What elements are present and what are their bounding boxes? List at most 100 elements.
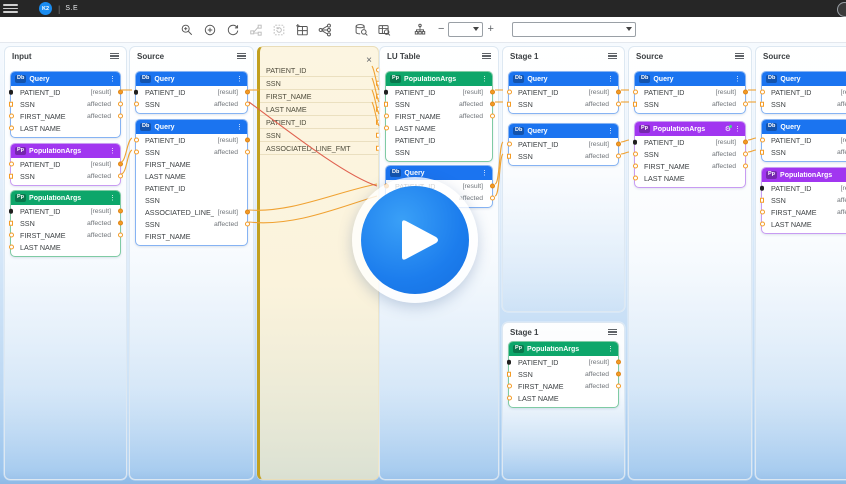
connection-port[interactable] xyxy=(9,90,14,95)
connection-port[interactable] xyxy=(616,154,621,159)
field-row[interactable]: PATIENT_ID xyxy=(386,134,492,146)
query-card[interactable]: DbQuery⋮PATIENT_ID[result]SSNaffected xyxy=(508,71,619,114)
connection-port[interactable] xyxy=(760,90,765,95)
connection-port[interactable] xyxy=(760,102,765,107)
field-row[interactable]: FIRST_NAMEaffected xyxy=(635,160,745,172)
connection-port[interactable] xyxy=(743,90,748,95)
field-row[interactable]: FIRST_NAMEaffected xyxy=(509,380,618,392)
field-row[interactable]: SSN xyxy=(386,146,492,158)
zoom-out-button[interactable]: − xyxy=(438,21,444,38)
connection-port[interactable] xyxy=(616,90,621,95)
field-row[interactable]: PATIENT_ID[result] xyxy=(11,86,120,98)
card-menu-icon[interactable]: ⋮ xyxy=(734,76,741,83)
connection-port[interactable] xyxy=(490,114,495,119)
field-row[interactable]: SSNaffected xyxy=(11,98,120,110)
connection-port[interactable] xyxy=(9,221,14,226)
query-card[interactable]: DbQuery⋮PATIENT_ID[result]SSNaffectedFIR… xyxy=(135,119,248,246)
field-row[interactable]: LAST NAME xyxy=(635,172,745,184)
card-menu-icon[interactable]: ⋮ xyxy=(607,346,614,353)
connection-port[interactable] xyxy=(118,102,123,107)
table-search-icon[interactable] xyxy=(375,21,392,38)
connection-port[interactable] xyxy=(507,90,512,95)
card-menu-icon[interactable]: ⋮ xyxy=(236,124,243,131)
connection-port[interactable] xyxy=(118,90,123,95)
connection-port[interactable] xyxy=(9,102,14,107)
panel-menu-icon[interactable] xyxy=(482,53,491,59)
panel-menu-icon[interactable] xyxy=(608,53,617,59)
field-row[interactable]: SSNaffected xyxy=(635,148,745,160)
connection-port[interactable] xyxy=(245,102,250,107)
connection-port[interactable] xyxy=(9,114,14,119)
add-table-icon[interactable] xyxy=(293,21,310,38)
connection-port[interactable] xyxy=(760,186,765,191)
db-search-icon[interactable] xyxy=(352,21,369,38)
field-row[interactable]: PATIENT_ID[result] xyxy=(11,205,120,217)
field-row[interactable]: PATIENT_ID[result] xyxy=(509,86,618,98)
query-card[interactable]: DbQuery⋮PATIENT_ID[result]SSNaffected xyxy=(761,119,846,162)
field-row[interactable]: SSNaffected xyxy=(509,98,618,110)
connection-port[interactable] xyxy=(743,102,748,107)
field-row[interactable]: PATIENT_ID[result] xyxy=(136,134,247,146)
connection-port[interactable] xyxy=(118,162,123,167)
zoom-level-select[interactable] xyxy=(448,22,483,37)
connection-port[interactable] xyxy=(507,154,512,159)
query-card[interactable]: DbQuery⋮PATIENT_ID[result]SSNaffected xyxy=(135,71,248,114)
query-card[interactable]: DbQuery⋮PATIENT_ID[result]SSNaffected xyxy=(761,71,846,114)
field-row[interactable]: FIRST_NAME xyxy=(136,158,247,170)
connection-port[interactable] xyxy=(743,140,748,145)
field-row[interactable]: SSNaffected xyxy=(136,146,247,158)
field-row[interactable]: PATIENT_ID[result] xyxy=(386,86,492,98)
card-menu-icon[interactable]: ⋮ xyxy=(607,128,614,135)
field-row[interactable]: LAST NAME xyxy=(386,122,492,134)
connection-port[interactable] xyxy=(616,372,621,377)
object-select[interactable] xyxy=(512,22,636,37)
connection-port[interactable] xyxy=(743,152,748,157)
connection-port[interactable] xyxy=(616,384,621,389)
connection-port[interactable] xyxy=(490,90,495,95)
connection-port[interactable] xyxy=(760,198,765,203)
video-play-button[interactable] xyxy=(352,177,478,303)
field-row[interactable]: PATIENT_ID[result] xyxy=(509,138,618,150)
field-row[interactable]: FIRST_NAMEaffected xyxy=(11,229,120,241)
field-row[interactable]: LAST NAME xyxy=(260,103,378,116)
field-row[interactable]: SSNaffected xyxy=(136,218,247,230)
card-menu-icon[interactable]: ⋮ xyxy=(734,126,741,133)
field-row[interactable]: SSNaffected xyxy=(762,146,846,158)
connection-port[interactable] xyxy=(633,90,638,95)
connection-port[interactable] xyxy=(9,233,14,238)
connection-port[interactable] xyxy=(507,102,512,107)
field-row[interactable]: SSN xyxy=(260,77,378,90)
connection-port[interactable] xyxy=(118,221,123,226)
connection-port[interactable] xyxy=(633,176,638,181)
connection-port[interactable] xyxy=(743,164,748,169)
user-avatar[interactable] xyxy=(837,2,846,17)
field-row[interactable]: SSN xyxy=(136,194,247,206)
field-row[interactable]: SSNaffected xyxy=(509,368,618,380)
field-row[interactable]: FIRST_NAME xyxy=(260,90,378,103)
connection-port[interactable] xyxy=(384,102,389,107)
field-row[interactable]: LAST NAME xyxy=(136,170,247,182)
connection-port[interactable] xyxy=(384,126,389,131)
flow-view-icon[interactable] xyxy=(411,21,428,38)
field-row[interactable]: FIRST_NAMEaffected xyxy=(762,206,846,218)
zoom-in-icon[interactable] xyxy=(178,21,195,38)
connection-port[interactable] xyxy=(507,360,512,365)
populationargs-card[interactable]: PpPopulationArgs⋮PATIENT_ID[result]SSNaf… xyxy=(761,167,846,234)
connection-port[interactable] xyxy=(384,90,389,95)
connection-port[interactable] xyxy=(245,138,250,143)
auto-layout-icon[interactable] xyxy=(316,21,333,38)
add-node-icon[interactable] xyxy=(201,21,218,38)
field-row[interactable]: PATIENT_ID[result] xyxy=(509,356,618,368)
field-row[interactable]: SSNaffected xyxy=(635,98,745,110)
connection-port[interactable] xyxy=(490,184,495,189)
card-menu-icon[interactable]: ⋮ xyxy=(481,170,488,177)
connection-port[interactable] xyxy=(245,222,250,227)
k2view-logo[interactable]: K2 xyxy=(39,2,52,15)
connection-port[interactable] xyxy=(760,210,765,215)
field-row[interactable]: PATIENT_ID xyxy=(136,182,247,194)
query-card[interactable]: DbQuery⋮PATIENT_ID[result]SSNaffectedFIR… xyxy=(10,71,121,138)
field-row[interactable]: LAST NAME xyxy=(11,122,120,134)
connection-port[interactable] xyxy=(245,210,250,215)
connection-port[interactable] xyxy=(245,90,250,95)
connection-port[interactable] xyxy=(760,222,765,227)
